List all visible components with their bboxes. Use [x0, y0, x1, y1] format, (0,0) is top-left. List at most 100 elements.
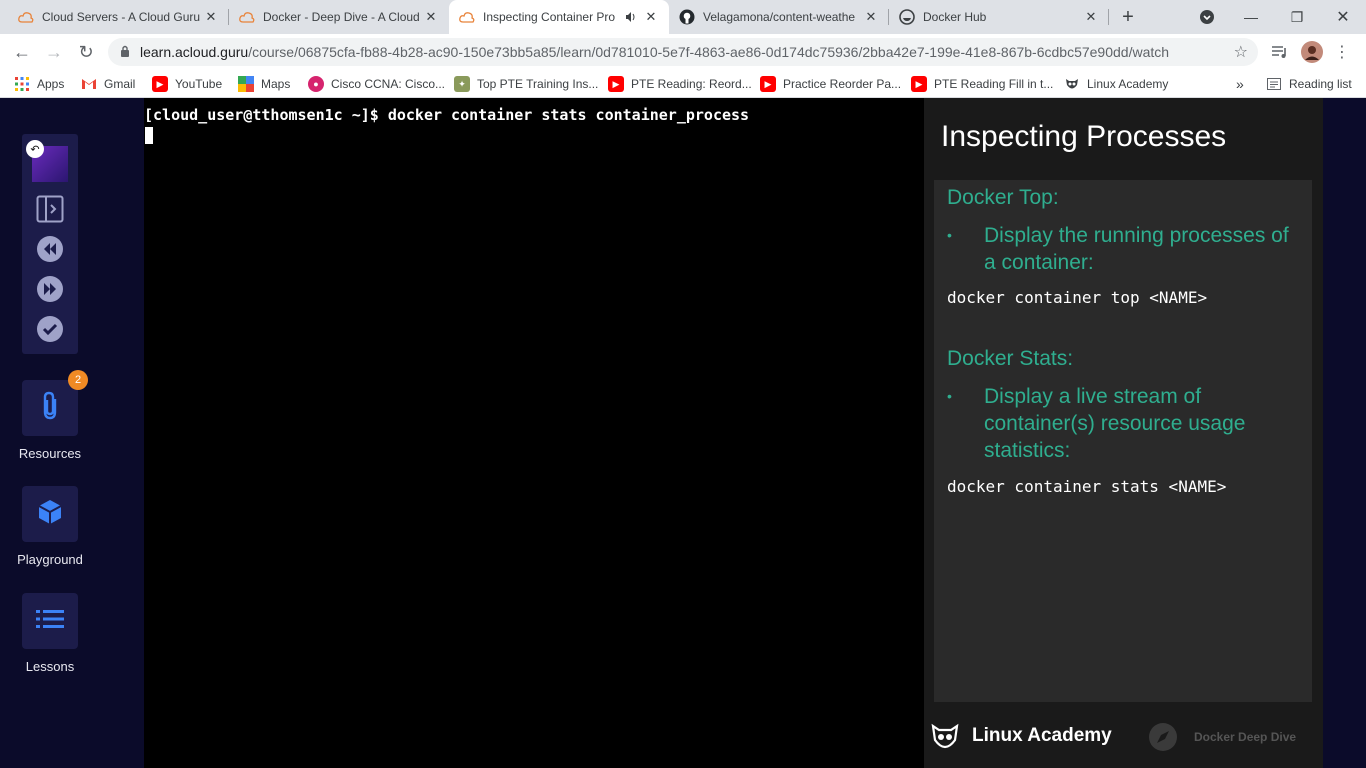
fast-forward-icon[interactable] [35, 274, 65, 304]
docker-stats-heading: Docker Stats: [947, 347, 1074, 370]
video-terminal[interactable]: [cloud_user@tthomsen1c ~]$ docker contai… [144, 98, 924, 768]
lesson-slide: Inspecting Processes Docker Top: • Displ… [924, 98, 1366, 768]
address-bar[interactable]: learn.acloud.guru/course/06875cfa-fb88-4… [108, 38, 1258, 66]
bookmark-cisco[interactable]: ● Cisco CCNA: Cisco... [308, 70, 445, 98]
close-icon[interactable]: ✕ [203, 9, 219, 25]
minimize-button[interactable]: — [1228, 0, 1274, 34]
toggle-panel-icon[interactable] [35, 194, 65, 224]
bookmark-gmail[interactable]: Gmail [81, 70, 135, 98]
bookmark-label: PTE Reading: Reord... [631, 77, 752, 91]
tab-title: Docker Hub [923, 10, 987, 24]
docker-top-bullet: • Display the running processes of a con… [947, 222, 1307, 278]
tab-title: Docker - Deep Dive - A Cloud [263, 10, 420, 24]
bookmark-linux-academy[interactable]: Linux Academy [1064, 70, 1168, 98]
bookmark-pte-training[interactable]: ✦ Top PTE Training Ins... [454, 70, 598, 98]
tab-title: Velagamona/content-weathe [703, 10, 856, 24]
bookmark-label: Maps [261, 77, 291, 91]
shield-icon: ✦ [454, 76, 470, 92]
youtube-icon: ▶ [911, 76, 927, 92]
browser-toolbar: ← → ↻ learn.acloud.guru/course/06875cfa-… [0, 34, 1366, 70]
gmail-icon [81, 76, 97, 92]
tab-inspecting-container[interactable]: Inspecting Container Pro ✕ [449, 0, 669, 34]
course-sidebar: ↶ 2 Resources Playground Lessons [0, 98, 144, 768]
tab-title: Cloud Servers - A Cloud Guru [42, 10, 201, 24]
back-arrow-icon[interactable]: ↶ [26, 140, 44, 158]
tab-title: Inspecting Container Pro [483, 10, 616, 24]
tab-docker-hub[interactable]: Docker Hub ✕ [889, 0, 1109, 34]
playground-nav[interactable]: Playground [0, 486, 100, 567]
close-icon[interactable]: ✕ [1083, 9, 1099, 25]
media-control-icon[interactable] [1268, 40, 1292, 64]
slide-title: Inspecting Processes [941, 120, 1227, 153]
youtube-icon: ▶ [608, 76, 624, 92]
list-icon [36, 609, 64, 634]
cisco-icon: ● [308, 76, 324, 92]
close-icon[interactable]: ✕ [863, 9, 879, 25]
bookmark-maps[interactable]: Maps [238, 70, 290, 98]
url-host: learn.acloud.guru [140, 44, 249, 60]
course-thumbnail[interactable]: ↶ [26, 140, 68, 182]
bookmark-apps[interactable]: Apps [14, 70, 64, 98]
bookmark-label: Top PTE Training Ins... [477, 77, 599, 91]
resources-button[interactable]: 2 [22, 370, 88, 436]
cube-icon [36, 498, 64, 531]
docker-stats-bullet: • Display a live stream of container(s) … [947, 383, 1307, 467]
docker-icon [899, 9, 915, 25]
terminal-command: [cloud_user@tthomsen1c ~]$ docker contai… [144, 106, 750, 124]
bookmark-label: Practice Reorder Pa... [783, 77, 902, 91]
tab-strip: Cloud Servers - A Cloud Guru ✕ Docker - … [0, 0, 1366, 34]
new-tab-button[interactable]: + [1116, 5, 1140, 29]
reading-list-icon [1266, 76, 1282, 92]
resources-nav[interactable]: 2 Resources [0, 370, 100, 461]
bookmark-youtube[interactable]: ▶ YouTube [152, 70, 222, 98]
lessons-nav[interactable]: Lessons [0, 593, 100, 674]
github-icon [679, 9, 695, 25]
docker-top-command: docker container top <NAME> [947, 288, 1208, 307]
tab-docker-deep-dive[interactable]: Docker - Deep Dive - A Cloud ✕ [229, 0, 449, 34]
bookmark-label: Linux Academy [1087, 77, 1169, 91]
rewind-icon[interactable] [35, 234, 65, 264]
more-bookmarks-button[interactable]: » [1236, 70, 1244, 98]
bookmark-star-icon[interactable]: ☆ [1234, 42, 1248, 62]
bookmark-label: Apps [37, 77, 65, 91]
back-button[interactable]: ← [8, 38, 36, 66]
mark-complete-icon[interactable] [35, 314, 65, 344]
url-path: /course/06875cfa-fb88-4b28-ac90-150e73bb… [248, 44, 1170, 60]
cloud-icon [459, 9, 475, 25]
close-icon[interactable]: ✕ [423, 9, 439, 25]
bookmark-label: Reading list [1289, 77, 1352, 91]
cloud-icon [18, 9, 34, 25]
course-watermark: Docker Deep Dive [1148, 722, 1296, 752]
reading-list-button[interactable]: Reading list [1266, 70, 1352, 98]
linux-academy-logo: Linux Academy [930, 720, 1112, 752]
reload-button[interactable]: ↻ [72, 38, 100, 66]
resources-label: Resources [18, 446, 82, 461]
bookmark-label: PTE Reading Fill in t... [934, 77, 1054, 91]
audio-playing-icon[interactable] [623, 9, 639, 25]
lessons-button[interactable] [22, 593, 78, 649]
slide-content: Docker Top: • Display the running proces… [934, 180, 1312, 702]
forward-button[interactable]: → [40, 38, 68, 66]
cloud-icon [239, 9, 255, 25]
course-name: Docker Deep Dive [1194, 730, 1297, 744]
bookmark-label: Cisco CCNA: Cisco... [331, 77, 446, 91]
bookmark-practice[interactable]: ▶ Practice Reorder Pa... [760, 70, 901, 98]
bookmark-pte-reading[interactable]: ▶ PTE Reading: Reord... [608, 70, 752, 98]
close-icon[interactable]: ✕ [643, 9, 659, 25]
tab-cloud-servers[interactable]: Cloud Servers - A Cloud Guru ✕ [8, 0, 229, 34]
menu-icon[interactable]: ⋮ [1332, 40, 1352, 64]
tab-github[interactable]: Velagamona/content-weathe ✕ [669, 0, 889, 34]
bullet-text: Display a live stream of container(s) re… [984, 385, 1246, 462]
bookmark-pte-fill[interactable]: ▶ PTE Reading Fill in t... [911, 70, 1053, 98]
avatar[interactable] [1300, 40, 1324, 64]
docker-top-heading: Docker Top: [947, 186, 1059, 209]
bookmark-label: Gmail [104, 77, 136, 91]
bullet-text: Display the running processes of a conta… [984, 224, 1289, 274]
owl-icon [1064, 76, 1080, 92]
tab-search-icon[interactable] [1184, 0, 1230, 34]
window-close-button[interactable]: ✕ [1320, 0, 1366, 34]
playground-button[interactable] [22, 486, 78, 542]
owl-icon [930, 720, 960, 752]
maximize-button[interactable]: ❐ [1274, 0, 1320, 34]
lock-icon [120, 45, 130, 60]
